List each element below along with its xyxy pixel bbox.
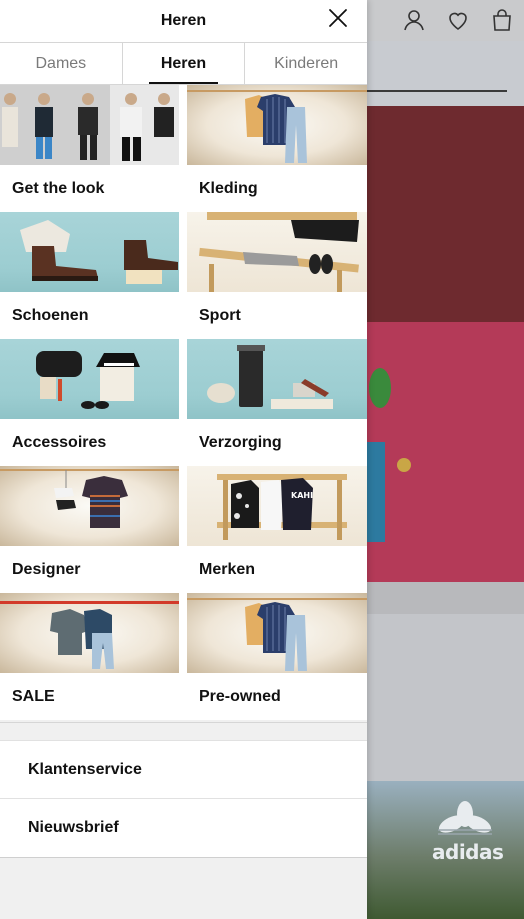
adidas-logo-text: adidas [432,840,504,864]
sweater-sneakers-photo [0,466,179,546]
category-label: Pre-owned [199,687,281,705]
category-label: Kleding [199,179,258,197]
svg-text:KAHI: KAHI [291,491,313,500]
tab-kinderen[interactable]: Kinderen [245,43,367,84]
category-label: Sport [199,306,241,324]
category-tile-accessoires[interactable]: Accessoires [0,339,179,466]
hero-decor [369,368,391,408]
category-tile-pre-owned[interactable]: Pre-owned [187,593,367,720]
category-tile-verzorging[interactable]: Verzorging [187,339,367,466]
shirt-and-jeans-photo [187,85,367,165]
background-hero-banner [367,106,524,322]
category-tile-get-the-look[interactable]: Get the look [0,85,179,212]
account-icon[interactable] [402,8,426,32]
category-tile-schoenen[interactable]: Schoenen [0,212,179,339]
tab-heren[interactable]: Heren [123,43,246,84]
category-label: Get the look [12,179,105,197]
boots-photo [0,212,179,292]
trefoil-icon [438,801,492,835]
background-panel [367,614,524,781]
drawer-header: Heren [0,0,367,42]
tab-dames[interactable]: Dames [0,43,123,84]
wishlist-heart-icon[interactable] [446,8,470,32]
category-label: SALE [12,687,55,705]
category-tile-sale[interactable]: SALE [0,593,179,720]
category-grid: Get the look Kleding Schoenen Sport Acce… [0,85,367,720]
adidas-logo: adidas [432,800,504,870]
shopping-bag-icon[interactable] [490,8,514,32]
category-label: Merken [199,560,256,578]
hero-decor [367,442,385,542]
sweater-and-jeans-photo [0,593,179,673]
shirt-and-jeans-photo [187,593,367,673]
category-label: Designer [12,560,81,578]
category-tile-designer[interactable]: Designer [0,466,179,593]
service-links: Klantenservice Nieuwsbrief [0,740,367,858]
category-tile-merken[interactable]: KAHI Merken [187,466,367,593]
background-tab-underline [367,90,507,92]
category-tile-kleding[interactable]: Kleding [187,85,367,212]
link-klantenservice[interactable]: Klantenservice [0,741,367,799]
close-icon[interactable] [327,7,349,29]
grooming-products-photo [187,339,367,419]
gender-tabs: Dames Heren Kinderen [0,42,367,85]
link-nieuwsbrief[interactable]: Nieuwsbrief [0,799,367,857]
jackets-on-bench-photo: KAHI [187,466,367,546]
category-tile-sport[interactable]: Sport [187,212,367,339]
bench-sneakers-photo [187,212,367,292]
group-of-men-photo [0,85,179,165]
header-icons [402,8,514,32]
drawer-title: Heren [160,12,207,29]
hero-decor [397,458,411,472]
background-hero-image [367,322,524,582]
divider [0,722,367,740]
category-label: Verzorging [199,433,282,451]
bag-hat-sunglasses-photo [0,339,179,419]
category-label: Accessoires [12,433,107,451]
background-strip [367,582,524,614]
navigation-drawer: Heren Dames Heren Kinderen Get the look … [0,0,367,919]
category-label: Schoenen [12,306,89,324]
